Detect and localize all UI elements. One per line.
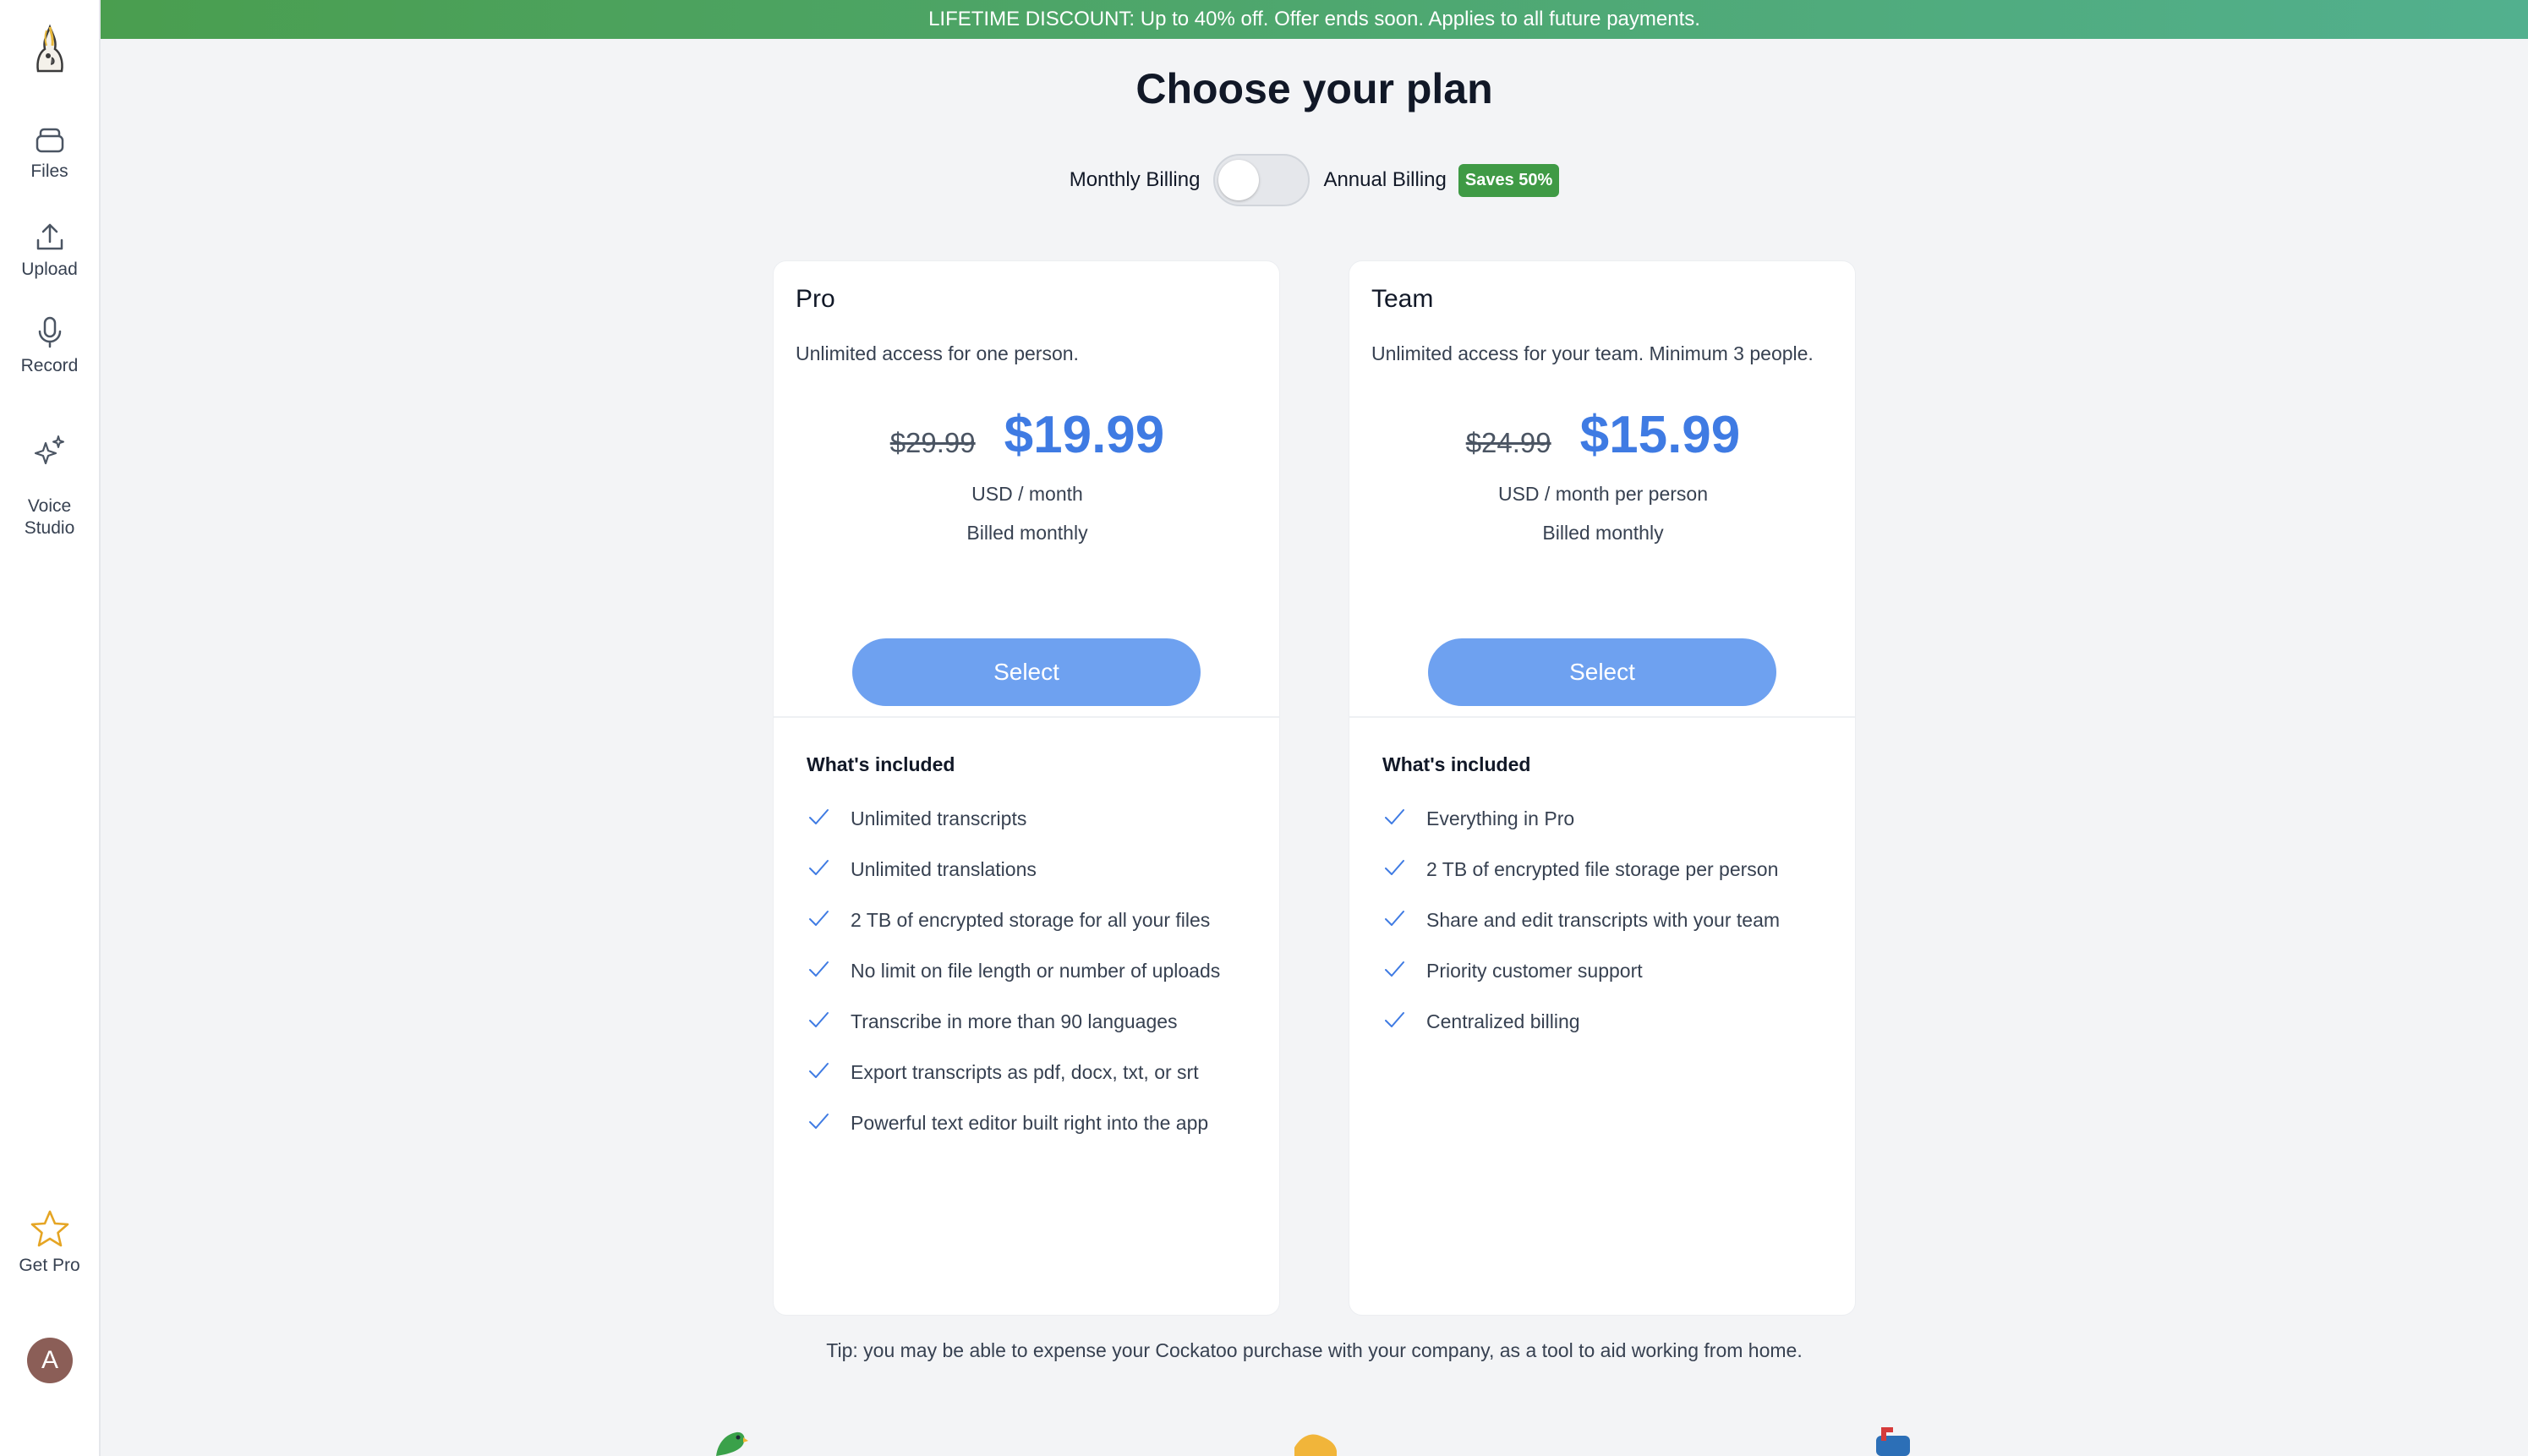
plan-name: Pro [796,285,835,313]
check-icon [809,809,829,824]
check-icon [809,911,829,926]
list-item: Unlimited transcripts [807,804,1229,833]
list-item: Unlimited translations [807,855,1229,884]
check-icon [1385,860,1404,875]
get-pro-button[interactable]: Get Pro [0,1209,99,1277]
monthly-billing-label[interactable]: Monthly Billing [1070,168,1201,192]
billing-period: Billed monthly [966,522,1088,544]
upload-icon [36,223,63,250]
toggle-knob [1218,160,1260,200]
star-icon [30,1210,68,1247]
discounted-price: $15.99 [1579,406,1741,464]
included-title: What's included [807,753,955,775]
feature-text: Unlimited translations [851,858,1037,880]
original-price: $24.99 [1465,427,1551,458]
parrot-icon [711,1426,748,1456]
handshake-icon [1293,1426,1338,1456]
feature-text: Centralized billing [1426,1010,1580,1032]
plan-card-team: Team Unlimited access for your team. Min… [1349,260,1856,1316]
select-pro-button[interactable]: Select [852,638,1201,706]
check-icon [1385,1012,1404,1027]
cockatoo-logo-icon[interactable] [28,24,72,78]
list-item: Centralized billing [1382,1007,1805,1036]
price-row: $29.99 $19.99 [774,405,1281,465]
avatar[interactable]: A [27,1338,73,1383]
price-unit: USD / month per person [1497,483,1708,505]
annual-billing-label[interactable]: Annual Billing [1323,168,1446,192]
sidebar-item-upload[interactable]: Upload [0,222,99,281]
billing-period: Billed monthly [1542,522,1664,544]
check-icon [809,1063,829,1078]
plan-card-pro: Pro Unlimited access for one person. $29… [773,260,1280,1316]
check-icon [1385,961,1404,977]
list-item: Powerful text editor built right into th… [807,1108,1229,1137]
list-item: 2 TB of encrypted file storage per perso… [1382,855,1805,884]
list-item: No limit on file length or number of upl… [807,956,1229,985]
discount-banner: LIFETIME DISCOUNT: Up to 40% off. Offer … [101,0,2528,39]
plan-name: Team [1371,285,1434,313]
feature-text: Everything in Pro [1426,807,1575,829]
price-row: $24.99 $15.99 [1349,405,1857,465]
billing-toggle[interactable] [1213,154,1311,206]
feature-text: No limit on file length or number of upl… [851,960,1221,982]
tip-text: Tip: you may be able to expense your Coc… [826,1339,1803,1361]
list-item: Transcribe in more than 90 languages [807,1007,1229,1036]
list-item: Everything in Pro [1382,804,1805,833]
list-item: Share and edit transcripts with your tea… [1382,906,1805,934]
sidebar-item-label: Voice Studio [24,496,75,538]
main-content: Choose your plan Monthly Billing Annual … [101,39,2528,1456]
microphone-icon [38,316,61,348]
included-title: What's included [1382,753,1531,775]
app-root: Files Upload Record Voice Studio Get Pro… [0,0,2528,1456]
check-icon [1385,809,1404,824]
select-team-button[interactable]: Select [1428,638,1776,706]
check-icon [809,961,829,977]
plan-card-header: Pro Unlimited access for one person. $29… [774,261,1279,718]
check-icon [809,860,829,875]
feature-text: Export transcripts as pdf, docx, txt, or… [851,1061,1199,1083]
sidebar-item-record[interactable]: Record [0,316,99,377]
feature-text: Unlimited transcripts [851,807,1027,829]
plan-card-header: Team Unlimited access for your team. Min… [1349,261,1855,718]
feature-text: 2 TB of encrypted storage for all your f… [851,909,1211,931]
sidebar-item-label: Files [30,161,68,181]
sidebar-item-files[interactable]: Files [0,125,99,183]
list-item: 2 TB of encrypted storage for all your f… [807,906,1229,934]
plan-description: Unlimited access for one person. [796,342,1079,364]
sidebar-item-voice-studio[interactable]: Voice Studio [0,413,99,539]
sparkles-icon [34,435,64,465]
check-icon [809,1114,829,1129]
files-icon [36,128,63,153]
feature-text: Priority customer support [1426,960,1643,982]
feature-text: Powerful text editor built right into th… [851,1112,1209,1134]
feature-list: Everything in Pro 2 TB of encrypted file… [1382,804,1805,1058]
original-price: $29.99 [889,427,976,458]
sidebar-item-label: Record [20,356,79,375]
sidebar-item-label: Upload [21,260,78,279]
mailbox-icon [1873,1426,1913,1456]
page-title: Choose your plan [1135,65,1493,112]
plan-description: Unlimited access for your team. Minimum … [1371,342,1814,364]
check-icon [1385,911,1404,926]
feature-text: 2 TB of encrypted file storage per perso… [1426,858,1779,880]
feature-list: Unlimited transcripts Unlimited translat… [807,804,1229,1159]
discounted-price: $19.99 [1004,406,1165,464]
price-unit: USD / month [971,483,1083,505]
list-item: Priority customer support [1382,956,1805,985]
save-badge: Saves 50% [1458,163,1560,197]
get-pro-label: Get Pro [19,1256,80,1275]
feature-text: Transcribe in more than 90 languages [851,1010,1178,1032]
feature-text: Share and edit transcripts with your tea… [1426,909,1781,931]
check-icon [809,1012,829,1027]
list-item: Export transcripts as pdf, docx, txt, or… [807,1058,1229,1087]
sidebar: Files Upload Record Voice Studio Get Pro… [0,0,101,1456]
billing-toggle-row: Monthly Billing Annual Billing Saves 50% [101,154,2528,206]
